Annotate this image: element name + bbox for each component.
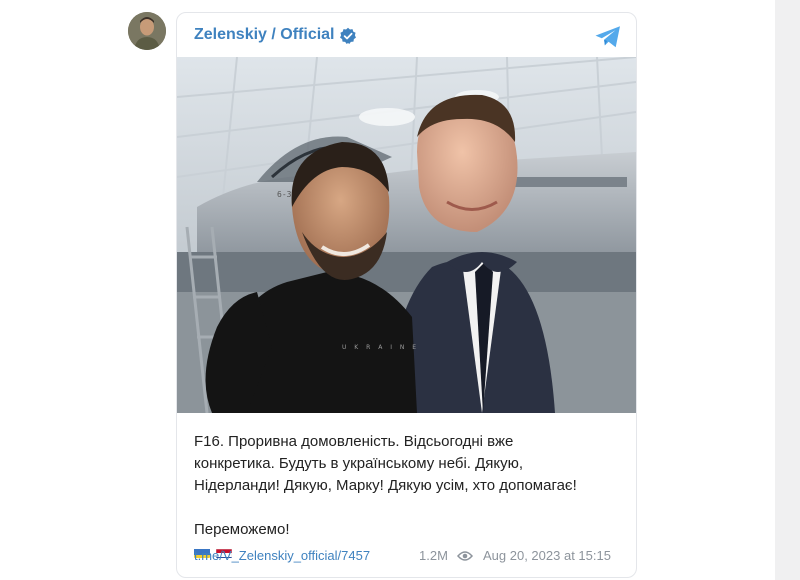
eye-icon: [457, 551, 473, 561]
post-text: F16. Проривна домовленість. Відсьогодні …: [194, 431, 624, 561]
channel-name[interactable]: Zelenskiy / Official: [194, 26, 335, 44]
right-panel-strip: [775, 0, 800, 580]
post-header: Zelenskiy / Official: [177, 13, 636, 57]
verified-badge-icon: [340, 27, 356, 44]
post-footer: t.me/V_Zelenskiy_official/7457 1.2M Aug …: [194, 548, 624, 568]
post-text-line: Нідерланди! Дякую, Марку! Дякую усім, хт…: [194, 477, 577, 494]
post-link[interactable]: t.me/V_Zelenskiy_official/7457: [194, 548, 370, 563]
view-count: 1.2M: [419, 548, 448, 563]
post-closing: Переможемо!: [194, 521, 290, 538]
channel-avatar[interactable]: [128, 12, 166, 50]
post-text-line: F16. Проривна домовленість. Відсьогодні …: [194, 433, 514, 450]
post-photo[interactable]: 6-32 U K R A I N E: [177, 57, 636, 413]
shirt-print: U K R A I N E: [342, 344, 419, 351]
telegram-share-icon[interactable]: [594, 25, 622, 49]
post-text-line: конкретика. Будуть в українському небі. …: [194, 455, 524, 472]
telegram-post-card: Zelenskiy / Official 6-32 U K R A I N E …: [176, 12, 637, 578]
post-date[interactable]: Aug 20, 2023 at 15:15: [483, 548, 611, 563]
